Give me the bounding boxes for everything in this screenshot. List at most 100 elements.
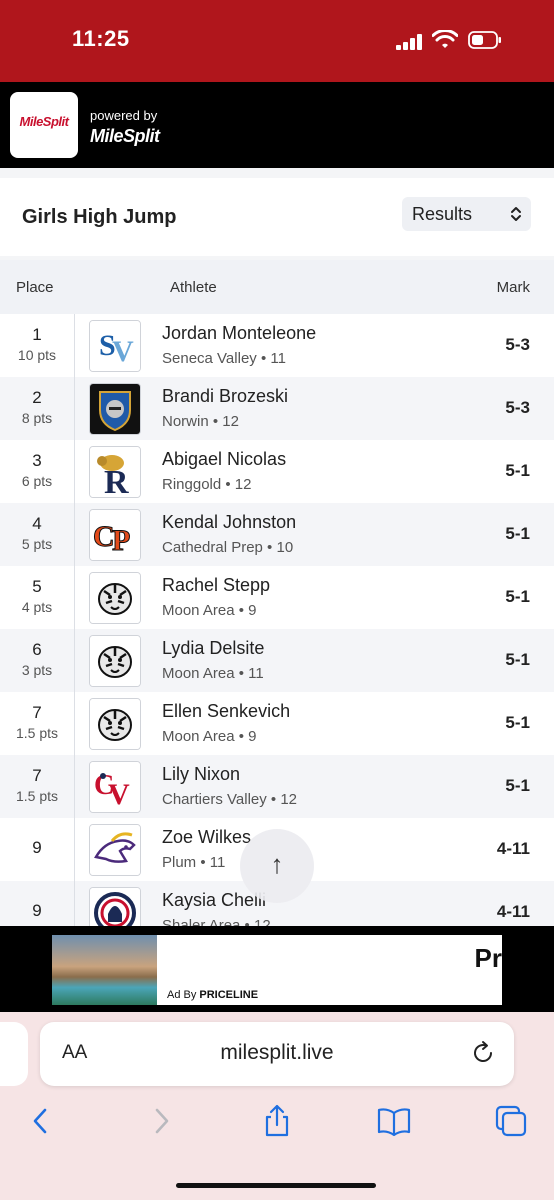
norwin-knight-logo-icon bbox=[89, 383, 141, 435]
ad-headline: Pr bbox=[474, 943, 502, 973]
athlete-team: Moon Area • 9 bbox=[162, 602, 257, 619]
points: 1.5 pts bbox=[15, 788, 59, 804]
table-row[interactable]: 4 5 pts CP Kendal Johnston Cathedral Pre… bbox=[0, 503, 554, 566]
place: 3 bbox=[32, 451, 42, 470]
ad-attribution: Ad By PRICELINE bbox=[167, 989, 258, 1001]
column-divider bbox=[74, 377, 75, 440]
column-header-mark: Mark bbox=[496, 279, 530, 296]
milesplit-logo[interactable]: MileSplit bbox=[10, 92, 78, 158]
ad-by-label: Ad By bbox=[167, 989, 200, 1001]
athlete-team: Cathedral Prep • 10 bbox=[162, 539, 294, 556]
column-header-athlete: Athlete bbox=[170, 279, 217, 296]
athlete-name[interactable]: Kendal Johnston bbox=[162, 512, 296, 533]
place: 7 bbox=[32, 766, 42, 785]
table-row[interactable]: 5 4 pts Rachel Stepp Moon Area • 9 5-1 bbox=[0, 566, 554, 629]
table-row[interactable]: 7 1.5 pts Ellen Senkevich Moon Area • 9 … bbox=[0, 692, 554, 755]
svg-text:V: V bbox=[112, 335, 134, 368]
column-divider bbox=[74, 314, 75, 377]
mark: 5-1 bbox=[505, 650, 530, 669]
shaler-titan-logo-icon bbox=[89, 887, 141, 926]
points: 1.5 pts bbox=[15, 725, 59, 741]
url-text: milesplit.live bbox=[220, 1041, 334, 1064]
column-divider bbox=[74, 440, 75, 503]
svg-text:V: V bbox=[108, 778, 130, 811]
athlete-name[interactable]: Jordan Monteleone bbox=[162, 323, 316, 344]
athlete-name[interactable]: Zoe Wilkes bbox=[162, 827, 251, 848]
plum-mustang-logo-icon bbox=[89, 824, 141, 876]
moon-tiger-logo-icon bbox=[89, 572, 141, 624]
athlete-name[interactable]: Lydia Delsite bbox=[162, 638, 264, 659]
athlete-name[interactable]: Kaysia Chelli bbox=[162, 890, 266, 911]
results-table-header bbox=[0, 260, 554, 314]
status-time: 11:25 bbox=[72, 26, 130, 51]
points: 5 pts bbox=[21, 536, 53, 552]
moon-tiger-logo-icon bbox=[89, 698, 141, 750]
chevron-updown-icon bbox=[511, 207, 521, 221]
share-icon[interactable] bbox=[260, 1104, 294, 1138]
home-indicator[interactable] bbox=[176, 1183, 376, 1188]
chartiers-valley-logo-icon: CV bbox=[89, 761, 141, 813]
logo-text: MileSplit bbox=[19, 114, 69, 129]
mark: 4-11 bbox=[496, 902, 530, 921]
ad-brand: PRICELINE bbox=[199, 989, 259, 1001]
back-icon[interactable] bbox=[24, 1104, 58, 1138]
table-row[interactable]: 2 8 pts Brandi Brozeski Norwin • 12 5-3 bbox=[0, 377, 554, 440]
battery-icon bbox=[468, 31, 501, 49]
mark: 5-1 bbox=[505, 776, 530, 795]
mark: 5-3 bbox=[505, 335, 530, 354]
bookmarks-icon[interactable] bbox=[377, 1104, 411, 1138]
athlete-team: Moon Area • 11 bbox=[162, 665, 264, 682]
svg-text:P: P bbox=[112, 524, 130, 557]
place: 6 bbox=[32, 640, 42, 659]
wifi-icon bbox=[432, 30, 458, 48]
place: 9 bbox=[32, 901, 42, 920]
view-select-value: Results bbox=[412, 204, 473, 224]
scroll-to-top-button[interactable]: ↑ bbox=[240, 829, 314, 903]
arrow-up-icon: ↑ bbox=[270, 849, 284, 879]
column-divider bbox=[74, 881, 75, 926]
table-row[interactable]: 1 10 pts SV Jordan Monteleone Seneca Val… bbox=[0, 314, 554, 377]
mark: 4-11 bbox=[496, 839, 530, 858]
column-divider bbox=[74, 818, 75, 881]
status-bar: 11:25 bbox=[0, 0, 554, 82]
place: 9 bbox=[32, 838, 42, 857]
points: 3 pts bbox=[21, 662, 53, 678]
cathedral-prep-logo-icon: CP bbox=[89, 509, 141, 561]
column-divider bbox=[74, 629, 75, 692]
athlete-name[interactable]: Rachel Stepp bbox=[162, 575, 270, 596]
column-divider bbox=[74, 755, 75, 818]
place: 5 bbox=[32, 577, 42, 596]
priceline-ad[interactable]: Ad By PRICELINE Pr bbox=[52, 935, 502, 1005]
mark: 5-1 bbox=[505, 461, 530, 480]
forward-icon[interactable] bbox=[144, 1104, 178, 1138]
points: 4 pts bbox=[21, 599, 53, 615]
cellular-signal-icon bbox=[396, 34, 424, 50]
athlete-team: Plum • 11 bbox=[162, 854, 226, 871]
athlete-name[interactable]: Abigael Nicolas bbox=[162, 449, 286, 470]
place: 1 bbox=[32, 325, 42, 344]
points: 6 pts bbox=[21, 473, 53, 489]
mark: 5-1 bbox=[505, 587, 530, 606]
tabs-icon[interactable] bbox=[494, 1104, 528, 1138]
points: 10 pts bbox=[17, 347, 57, 363]
table-row[interactable]: 7 1.5 pts CV Lily Nixon Chartiers Valley… bbox=[0, 755, 554, 818]
athlete-team: Shaler Area • 12 bbox=[162, 917, 271, 926]
reload-icon[interactable] bbox=[470, 1040, 496, 1066]
column-divider bbox=[74, 503, 75, 566]
table-row[interactable]: 3 6 pts R Abigael Nicolas Ringgold • 12 … bbox=[0, 440, 554, 503]
athlete-name[interactable]: Ellen Senkevich bbox=[162, 701, 290, 722]
athlete-team: Norwin • 12 bbox=[162, 413, 239, 430]
page-title: Girls High Jump bbox=[22, 206, 177, 228]
column-divider bbox=[74, 566, 75, 629]
points: 8 pts bbox=[21, 410, 53, 426]
address-bar[interactable]: AA milesplit.live bbox=[40, 1022, 514, 1086]
athlete-name[interactable]: Brandi Brozeski bbox=[162, 386, 288, 407]
previous-tab-preview[interactable] bbox=[0, 1022, 28, 1086]
athlete-team: Seneca Valley • 11 bbox=[162, 350, 286, 367]
powered-by-brand: MileSplit bbox=[90, 126, 160, 146]
mark: 5-1 bbox=[505, 713, 530, 732]
mark: 5-1 bbox=[505, 524, 530, 543]
athlete-name[interactable]: Lily Nixon bbox=[162, 764, 240, 785]
view-select[interactable]: Results bbox=[402, 197, 531, 231]
table-row[interactable]: 6 3 pts Lydia Delsite Moon Area • 11 5-1 bbox=[0, 629, 554, 692]
